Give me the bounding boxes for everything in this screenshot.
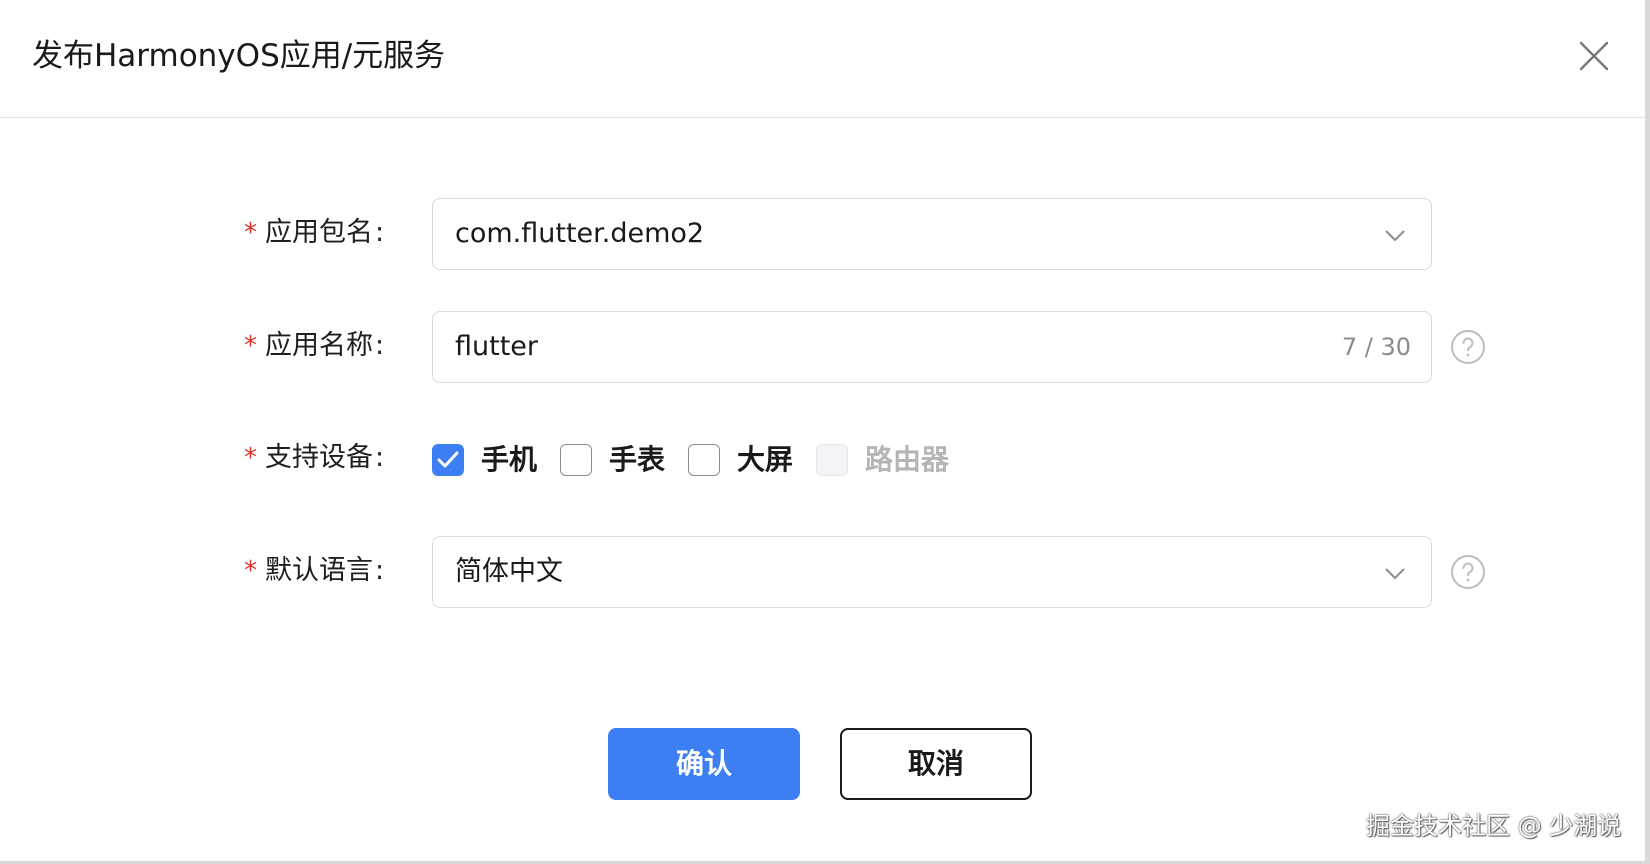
language-select-value: 简体中文 xyxy=(455,556,563,587)
label-colon: : xyxy=(375,217,385,248)
checkbox-label: 手机 xyxy=(481,443,538,476)
checkbox-label: 路由器 xyxy=(865,443,950,476)
package-label: * 应用包名: xyxy=(244,215,394,251)
devices-label-text: 支持设备 xyxy=(265,442,373,473)
dialog-header: 发布HarmonyOS应用/元服务 xyxy=(0,0,1645,118)
app-name-input-value: flutter xyxy=(455,331,539,362)
package-select-value: com.flutter.demo2 xyxy=(455,218,705,249)
window-edge xyxy=(1645,0,1650,864)
package-select[interactable]: com.flutter.demo2 xyxy=(432,198,1432,270)
char-counter: 7 / 30 xyxy=(1341,333,1411,361)
app-name-input[interactable]: flutter 7 / 30 xyxy=(432,311,1432,383)
required-mark: * xyxy=(244,331,257,361)
language-label: * 默认语言: xyxy=(244,553,394,589)
checkbox-disabled-icon xyxy=(816,444,848,476)
label-colon: : xyxy=(375,442,385,473)
label-colon: : xyxy=(375,330,385,361)
checkbox-unchecked-icon[interactable] xyxy=(688,444,720,476)
checkbox-checked-icon[interactable] xyxy=(432,444,464,476)
question-circle-icon[interactable] xyxy=(1450,554,1486,590)
required-mark: * xyxy=(244,443,257,473)
app-name-label-text: 应用名称 xyxy=(265,330,373,361)
app-name-label: * 应用名称: xyxy=(244,328,394,364)
devices-label: * 支持设备: xyxy=(244,440,394,476)
language-select[interactable]: 简体中文 xyxy=(432,536,1432,608)
label-colon: : xyxy=(375,555,385,586)
language-label-text: 默认语言 xyxy=(265,555,373,586)
close-icon[interactable] xyxy=(1576,38,1612,74)
chevron-down-icon xyxy=(1383,561,1407,585)
checkbox-label: 大屏 xyxy=(737,443,794,476)
required-mark: * xyxy=(244,556,257,586)
chevron-down-icon xyxy=(1383,223,1407,247)
watermark-text: 掘金技术社区 @ 少湖说 xyxy=(1366,812,1622,840)
question-circle-icon[interactable] xyxy=(1450,329,1486,365)
checkbox-unchecked-icon[interactable] xyxy=(560,444,592,476)
required-mark: * xyxy=(244,218,257,248)
cancel-button[interactable]: 取消 xyxy=(840,728,1032,800)
package-label-text: 应用包名 xyxy=(265,217,373,248)
checkbox-label: 手表 xyxy=(609,443,666,476)
publish-dialog: 发布HarmonyOS应用/元服务 * 应用包名: com.flutter.dem… xyxy=(0,0,1650,864)
dialog-title: 发布HarmonyOS应用/元服务 xyxy=(32,38,446,74)
confirm-button[interactable]: 确认 xyxy=(608,728,800,800)
